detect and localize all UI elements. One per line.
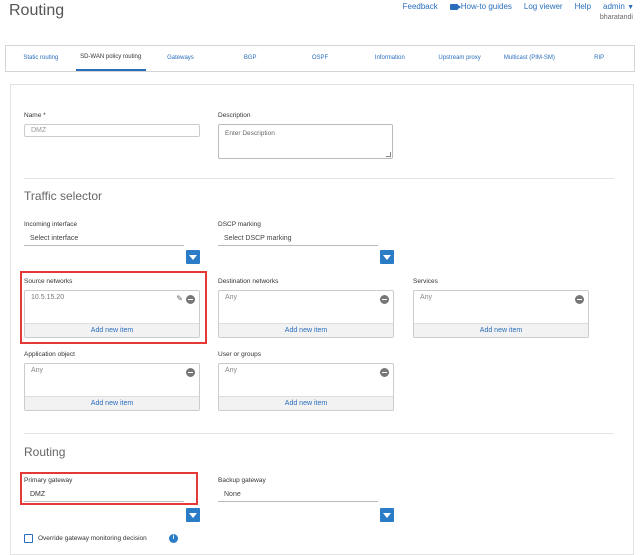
destination-networks-list: Any Add new item (218, 290, 394, 338)
top-links: Feedback How-to guides Log viewer Help a… (403, 2, 634, 11)
howto-link[interactable]: How-to guides (449, 2, 512, 11)
destination-add-new-item-button[interactable]: Add new item (219, 323, 393, 337)
resize-grip-icon (386, 152, 391, 157)
services-item: Any (420, 294, 433, 301)
admin-label: admin (603, 2, 625, 11)
tab-bgp[interactable]: BGP (215, 46, 285, 71)
application-item: Any (31, 367, 44, 374)
user-groups-label: User or groups (218, 351, 261, 358)
user-groups-item: Any (225, 367, 238, 374)
dscp-label: DSCP marking (218, 221, 261, 228)
tab-information[interactable]: Information (355, 46, 425, 71)
tab-upstream-proxy[interactable]: Upstream proxy (425, 46, 495, 71)
chevron-down-icon: ▼ (627, 4, 634, 11)
traffic-selector-title: Traffic selector (24, 189, 103, 203)
name-field[interactable]: DMZ (24, 124, 200, 137)
backup-gateway-select[interactable]: None (218, 489, 378, 502)
logviewer-link[interactable]: Log viewer (524, 2, 563, 11)
remove-icon[interactable] (575, 295, 584, 304)
highlight-box (20, 472, 198, 505)
tab-static-routing[interactable]: Static routing (6, 46, 76, 71)
divider (24, 433, 614, 434)
video-icon (449, 3, 461, 10)
services-list: Any Add new item (413, 290, 589, 338)
form-panel: Name * DMZ Description Enter Description… (10, 84, 634, 555)
application-object-list: Any Add new item (24, 363, 200, 411)
admin-menu[interactable]: admin ▼ (603, 2, 634, 11)
services-add-new-item-button[interactable]: Add new item (414, 323, 588, 337)
remove-icon[interactable] (380, 368, 389, 377)
override-label: Override gateway monitoring decision (38, 535, 147, 542)
backup-gateway-label: Backup gateway (218, 477, 266, 484)
help-link[interactable]: Help (575, 2, 591, 11)
description-field[interactable]: Enter Description (218, 124, 393, 159)
user-groups-list: Any Add new item (218, 363, 394, 411)
tab-gateways[interactable]: Gateways (146, 46, 216, 71)
highlight-box (20, 271, 207, 344)
description-label: Description (218, 112, 251, 119)
howto-label: How-to guides (460, 2, 512, 11)
destination-networks-label: Destination networks (218, 278, 279, 285)
user-name: bharatandi (599, 14, 633, 21)
name-label: Name * (24, 112, 46, 119)
incoming-interface-dropdown-button[interactable] (186, 250, 200, 264)
feedback-link[interactable]: Feedback (403, 2, 438, 11)
dscp-dropdown-button[interactable] (380, 250, 394, 264)
remove-icon[interactable] (380, 295, 389, 304)
tab-bar: Static routing SD-WAN policy routing Gat… (5, 45, 635, 72)
tab-sdwan-policy-routing[interactable]: SD-WAN policy routing (75, 46, 146, 71)
info-icon[interactable]: i (169, 534, 178, 543)
backup-gateway-dropdown-button[interactable] (380, 508, 394, 522)
routing-section-title: Routing (24, 445, 66, 459)
tab-ospf[interactable]: OSPF (285, 46, 355, 71)
divider (24, 178, 614, 179)
primary-gateway-dropdown-button[interactable] (186, 508, 200, 522)
tab-multicast[interactable]: Multicast (PIM-SM) (494, 46, 564, 71)
tab-rip[interactable]: RIP (564, 46, 634, 71)
services-label: Services (413, 278, 438, 285)
incoming-interface-select[interactable]: Select interface (24, 233, 184, 246)
application-add-new-item-button[interactable]: Add new item (25, 396, 199, 410)
dscp-select[interactable]: Select DSCP marking (218, 233, 378, 246)
remove-icon[interactable] (186, 368, 195, 377)
page-title: Routing (9, 2, 65, 19)
destination-item: Any (225, 294, 238, 301)
override-checkbox[interactable] (24, 534, 33, 543)
user-groups-add-new-item-button[interactable]: Add new item (219, 396, 393, 410)
description-placeholder: Enter Description (225, 130, 275, 137)
application-object-label: Application object (24, 351, 75, 358)
incoming-interface-label: Incoming interface (24, 221, 78, 228)
